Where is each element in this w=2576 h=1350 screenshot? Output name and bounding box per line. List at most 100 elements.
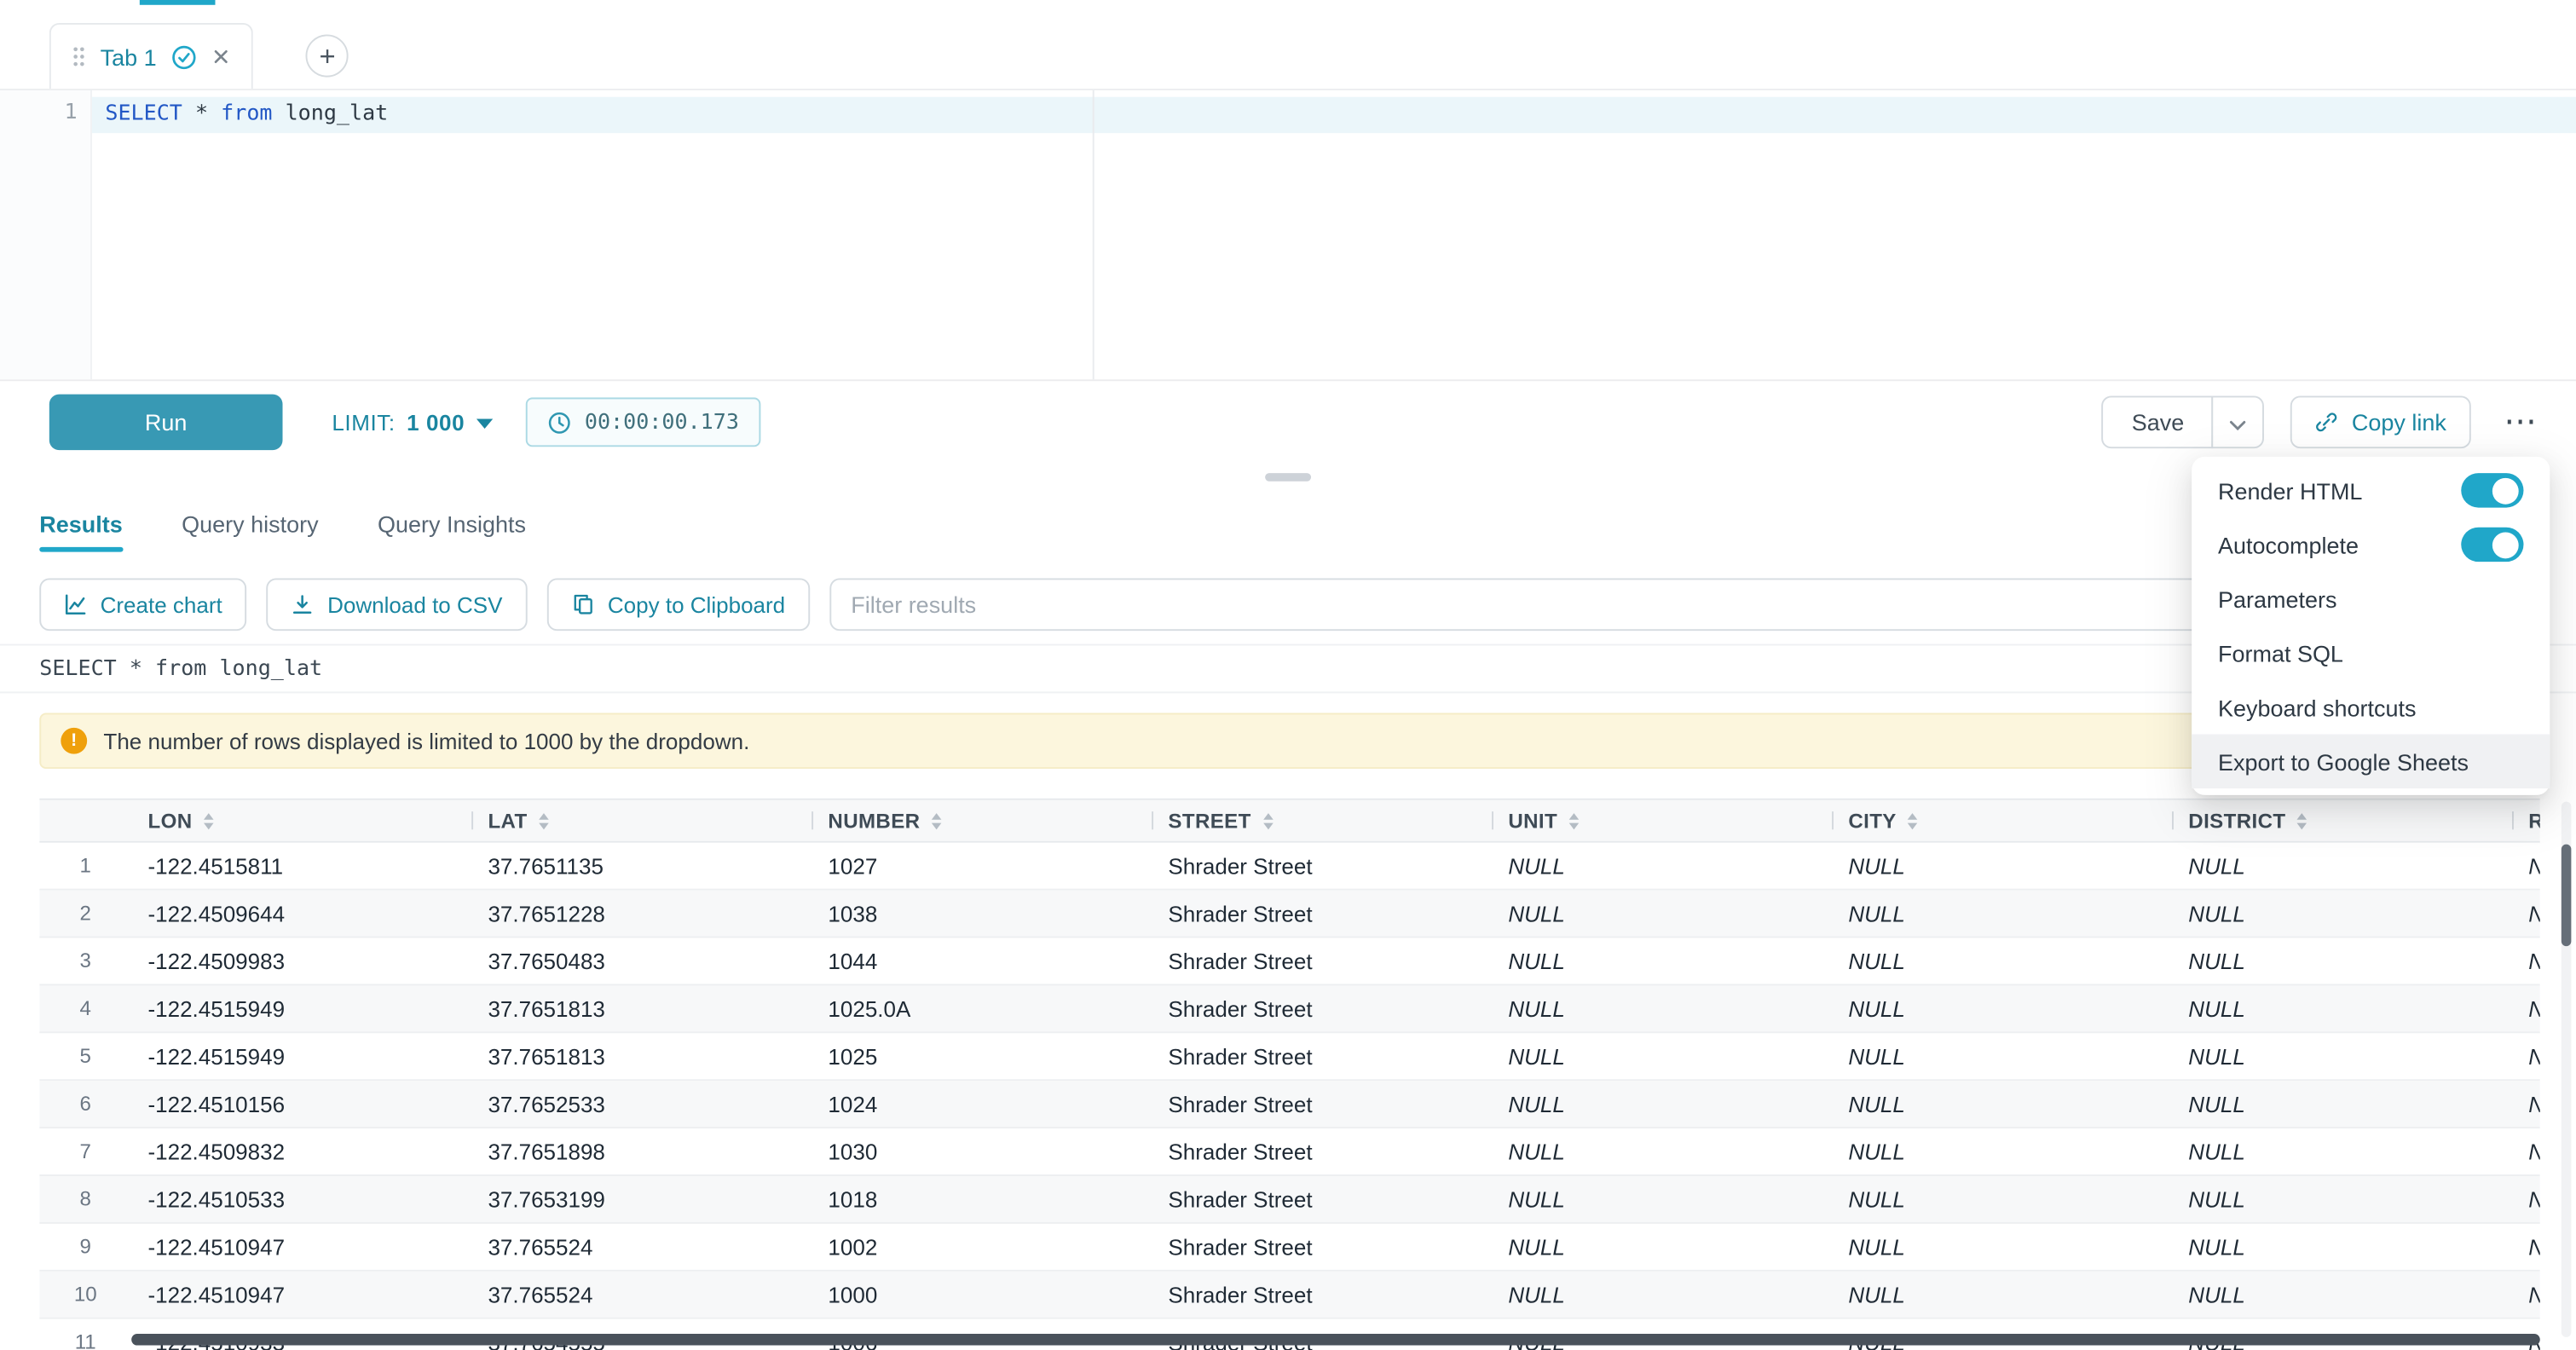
horizontal-scrollbar-thumb[interactable]	[131, 1334, 2540, 1345]
table-cell: 37.7651228	[471, 901, 811, 926]
column-header-district[interactable]: DISTRICT	[2172, 800, 2512, 841]
copy-link-button[interactable]: Copy link	[2291, 396, 2471, 449]
code-input-area[interactable]: SELECT * from long_lat	[92, 90, 2576, 379]
menu-item-parameters[interactable]: Parameters	[2192, 572, 2550, 626]
table-cell: Shrader Street	[1152, 1139, 1492, 1164]
line-number: 1	[64, 101, 77, 125]
save-button[interactable]: Save	[2102, 396, 2214, 449]
table-cell: NULL	[1832, 949, 2172, 973]
sql-editor[interactable]: 1 SELECT * from long_lat	[0, 90, 2576, 381]
table-cell: NULL	[1832, 901, 2172, 926]
query-tab[interactable]: Tab 1	[49, 23, 253, 89]
table-cell: NULL	[2172, 1282, 2512, 1307]
table-cell: -122.4510947	[131, 1234, 471, 1259]
sql-lab-app: Tab 1 + 1 SELECT * from long_lat Run LIM…	[0, 0, 2576, 1350]
menu-item-keyboard-shortcuts[interactable]: Keyboard shortcuts	[2192, 680, 2550, 735]
table-cell: NULL	[2512, 996, 2540, 1021]
table-cell: NULL	[2172, 1092, 2512, 1116]
table-cell: 37.7652533	[471, 1092, 811, 1116]
table-row: 5-122.451594937.76518131025Shrader Stree…	[39, 1033, 2540, 1081]
column-header-city[interactable]: CITY	[1832, 800, 2172, 841]
top-accent-bar	[140, 0, 216, 5]
table-row: 4-122.451594937.76518131025.0AShrader St…	[39, 985, 2540, 1033]
menu-item-autocomplete[interactable]: Autocomplete	[2192, 517, 2550, 572]
table-row: 7-122.450983237.76518981030Shrader Stree…	[39, 1128, 2540, 1176]
sql-keyword: from	[221, 101, 272, 126]
toggle-switch[interactable]	[2461, 473, 2523, 507]
menu-item-render-html[interactable]: Render HTML	[2192, 464, 2550, 518]
menu-item-label: Keyboard shortcuts	[2218, 694, 2416, 720]
results-toolbar: Create chart Download to CSV Copy to Clipb…	[0, 558, 2576, 643]
column-header-lon[interactable]: LON	[131, 800, 471, 841]
table-cell: 37.765524	[471, 1282, 811, 1307]
column-label: LON	[147, 809, 192, 832]
column-separator	[471, 811, 473, 829]
link-icon	[2315, 411, 2338, 434]
table-cell: -122.4510947	[131, 1282, 471, 1307]
timer-value: 00:00:00.173	[585, 410, 739, 435]
row-number: 3	[39, 949, 131, 972]
table-cell: 37.7651813	[471, 1044, 811, 1069]
close-icon[interactable]	[212, 48, 230, 66]
column-separator	[1492, 811, 1493, 829]
row-number: 2	[39, 902, 131, 925]
table-cell: 37.765524	[471, 1234, 811, 1259]
table-cell: NULL	[2512, 853, 2540, 878]
column-header-lat[interactable]: LAT	[471, 800, 811, 841]
add-tab-button[interactable]: +	[306, 34, 349, 77]
menu-item-export-to-google-sheets[interactable]: Export to Google Sheets	[2192, 735, 2550, 789]
row-number: 1	[39, 854, 131, 877]
column-header-number[interactable]: NUMBER	[811, 800, 1152, 841]
tab-query-insights[interactable]: Query Insights	[378, 489, 526, 558]
row-limit-warning-banner: ! The number of rows displayed is limite…	[39, 712, 2537, 769]
toggle-switch[interactable]	[2461, 528, 2523, 562]
row-number: 4	[39, 997, 131, 1020]
sql-text: long_lat	[272, 101, 388, 126]
column-header-re[interactable]: RE	[2512, 800, 2540, 841]
row-number: 9	[39, 1235, 131, 1258]
sql-code-line: SELECT * from long_lat	[92, 97, 2576, 133]
run-button[interactable]: Run	[49, 395, 283, 451]
limit-dropdown[interactable]: LIMIT: 1 000	[332, 410, 493, 435]
copy-to-clipboard-button[interactable]: Copy to Clipboard	[547, 578, 811, 631]
table-cell: 1025.0A	[811, 996, 1152, 1021]
column-header-unit[interactable]: UNIT	[1492, 800, 1832, 841]
save-dropdown-button[interactable]	[2212, 396, 2265, 449]
horizontal-scrollbar[interactable]	[131, 1334, 2540, 1345]
tab-results[interactable]: Results	[39, 489, 122, 558]
table-cell: NULL	[1492, 1092, 1832, 1116]
menu-item-format-sql[interactable]: Format SQL	[2192, 626, 2550, 680]
table-cell: 37.7653199	[471, 1187, 811, 1212]
table-cell: NULL	[1832, 1092, 2172, 1116]
drag-handle-icon[interactable]	[72, 46, 85, 67]
table-cell: NULL	[1492, 901, 1832, 926]
table-cell: NULL	[1492, 1044, 1832, 1069]
table-cell: NULL	[2172, 853, 2512, 878]
download-to-csv-button[interactable]: Download to CSV	[267, 578, 528, 631]
download-icon	[292, 593, 315, 616]
vertical-scrollbar[interactable]	[2562, 802, 2572, 1337]
table-row: 3-122.450998337.76504831044Shrader Stree…	[39, 938, 2540, 986]
column-label: LAT	[488, 809, 527, 832]
table-cell: NULL	[2172, 1139, 2512, 1164]
table-cell: NULL	[1832, 1139, 2172, 1164]
table-cell: Shrader Street	[1152, 1234, 1492, 1259]
create-chart-button[interactable]: Create chart	[39, 578, 246, 631]
table-cell: NULL	[2512, 901, 2540, 926]
column-header-street[interactable]: STREET	[1152, 800, 1492, 841]
tab-label: Query history	[182, 511, 318, 537]
tab-query-history[interactable]: Query history	[182, 489, 318, 558]
table-cell: NULL	[2512, 1282, 2540, 1307]
query-text: SELECT * from long_lat	[39, 656, 322, 681]
tab-label: Query Insights	[378, 511, 526, 537]
sort-icon	[204, 812, 214, 828]
sort-icon	[1908, 812, 1918, 828]
button-label: Download to CSV	[327, 592, 502, 617]
column-separator	[2172, 811, 2174, 829]
vertical-scrollbar-thumb[interactable]	[2562, 845, 2572, 946]
panel-splitter[interactable]	[0, 464, 2576, 490]
check-circle-icon	[171, 43, 198, 70]
table-cell: -122.4510156	[131, 1092, 471, 1116]
row-number: 11	[39, 1330, 131, 1350]
more-options-button[interactable]: ⋯	[2491, 396, 2550, 449]
